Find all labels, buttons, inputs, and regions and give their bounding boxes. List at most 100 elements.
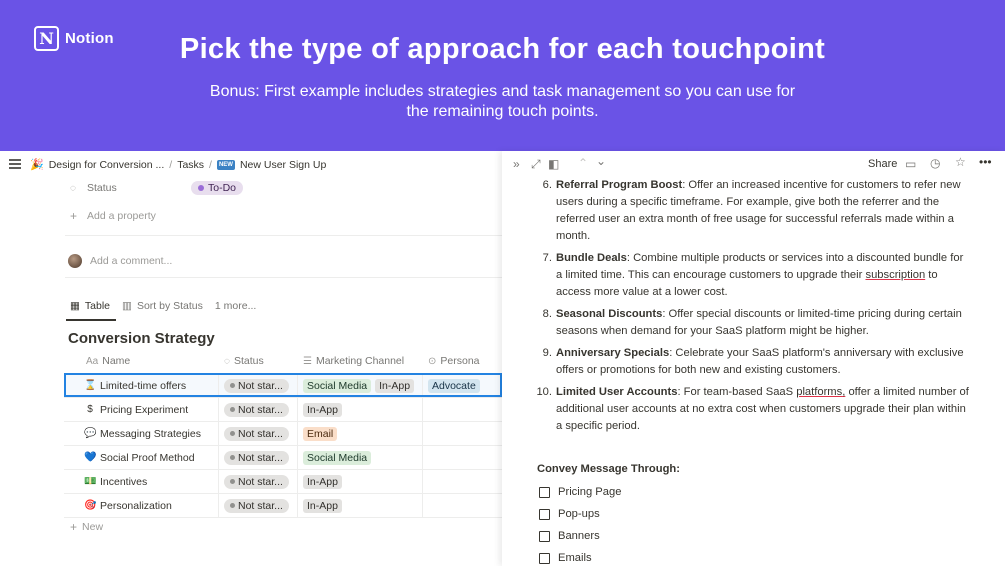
database-page-panel: 🎉 Design for Conversion ... / Tasks / NE… <box>0 151 502 566</box>
status-value[interactable]: To-Do <box>191 181 244 195</box>
todo-item: Emails <box>539 552 592 564</box>
cell-status[interactable]: Not star... <box>219 421 298 446</box>
party-popper-icon: 🎉 <box>30 159 44 171</box>
new-row-label: New <box>82 521 104 533</box>
breadcrumb-page[interactable]: New User Sign Up <box>240 159 326 171</box>
cell-persona[interactable]: Advocate <box>423 374 502 398</box>
status-dot-icon <box>230 455 235 460</box>
checkbox[interactable] <box>539 508 550 520</box>
status-dot-icon <box>230 431 235 436</box>
active-tab-indicator <box>66 319 116 321</box>
table-row[interactable]: ⌛ Limited-time offers Not star... Social Me… <box>64 373 502 398</box>
new-row-button[interactable]: + New <box>70 520 103 534</box>
expand-icon[interactable]: ⤢ <box>531 157 541 172</box>
todo-label[interactable]: Pop-ups <box>558 508 600 520</box>
more-views-button[interactable]: 1 more... <box>215 300 256 312</box>
cell-name[interactable]: 🎯 Personalization <box>64 493 219 518</box>
list-item-text[interactable]: Seasonal Discounts: Offer special discou… <box>556 306 972 340</box>
cell-name[interactable]: 💵 Incentives <box>64 469 219 494</box>
row-emoji-icon: 🎯 <box>84 500 97 511</box>
cell-marketing-channel[interactable]: In-App <box>298 469 423 494</box>
add-comment[interactable]: Add a comment... <box>68 254 172 268</box>
cell-status[interactable]: Not star... <box>219 445 298 470</box>
database-title[interactable]: Conversion Strategy <box>68 330 215 347</box>
side-peek-panel: » ⤢ ◧ ⌃ ⌄ Share ▭ ◷ ☆ ••• 6. Referral Pr… <box>502 151 1005 566</box>
cell-status[interactable]: Not star... <box>219 373 298 398</box>
table-row[interactable]: 🎯 Personalization Not star... In-App <box>64 493 502 518</box>
list-item-body: : For team-based SaaS <box>677 386 797 398</box>
todo-label[interactable]: Pricing Page <box>558 486 621 498</box>
status-tag: Not star... <box>224 426 289 441</box>
chevron-down-icon[interactable]: ⌄ <box>596 154 606 168</box>
list-item-text[interactable]: Bundle Deals: Combine multiple products … <box>556 250 972 301</box>
table-row[interactable]: 💙 Social Proof Method Not star... Social Me… <box>64 445 502 470</box>
column-channel-label: Marketing Channel <box>315 355 405 367</box>
cell-marketing-channel[interactable]: Email <box>298 421 423 446</box>
cell-name[interactable]: 💙 Social Proof Method <box>64 445 219 470</box>
breadcrumb-tasks[interactable]: Tasks <box>177 159 204 171</box>
spellcheck-word: platforms, <box>796 386 846 398</box>
column-name[interactable]: Aa Name <box>64 349 219 373</box>
column-status[interactable]: ◌ Status <box>219 349 298 373</box>
tab-sort-label: Sort by Status <box>136 300 203 312</box>
sidebar-menu-icon[interactable] <box>9 159 21 169</box>
add-property-button[interactable]: + Add a property <box>70 209 156 223</box>
peek-mode-icon[interactable]: ◧ <box>548 157 559 171</box>
channel-tag: Social Media <box>303 378 372 393</box>
checkbox[interactable] <box>539 552 550 564</box>
status-tag-text: Not star... <box>238 427 283 440</box>
avatar <box>68 254 82 268</box>
cell-persona[interactable] <box>423 470 502 494</box>
more-options-icon[interactable]: ••• <box>979 155 992 169</box>
todo-label[interactable]: Emails <box>558 552 592 564</box>
checkbox[interactable] <box>539 530 550 542</box>
table-row[interactable]: 💵 Incentives Not star... In-App <box>64 469 502 494</box>
breadcrumb-separator: / <box>169 158 173 171</box>
tab-sort-by-status[interactable]: ▥ Sort by Status <box>122 300 203 312</box>
cell-marketing-channel[interactable]: Social Media In-App <box>298 373 423 398</box>
divider <box>65 277 502 278</box>
channel-tag: In-App <box>303 402 342 417</box>
comment-icon[interactable]: ▭ <box>905 157 916 171</box>
todo-label[interactable]: Banners <box>558 530 600 542</box>
row-emoji-icon: ⌛ <box>84 380 97 391</box>
table-row[interactable]: $ Pricing Experiment Not star... In-App <box>64 397 502 422</box>
breadcrumb-root[interactable]: Design for Conversion ... <box>49 159 165 171</box>
cell-persona[interactable] <box>423 446 502 470</box>
plus-icon: + <box>70 209 78 223</box>
table-row[interactable]: 💬 Messaging Strategies Not star... Email <box>64 421 502 446</box>
cell-marketing-channel[interactable]: Social Media <box>298 445 423 470</box>
cell-name[interactable]: ⌛ Limited-time offers <box>64 373 219 398</box>
status-dot-icon <box>230 383 235 388</box>
status-tag: Not star... <box>224 450 289 465</box>
chevron-up-icon[interactable]: ⌃ <box>578 156 588 170</box>
history-clock-icon[interactable]: ◷ <box>930 156 940 170</box>
status-dot-icon <box>230 503 235 508</box>
cell-persona[interactable] <box>423 398 502 422</box>
column-marketing-channel[interactable]: ☰ Marketing Channel <box>298 349 423 373</box>
list-item-text[interactable]: Anniversary Specials: Celebrate your Saa… <box>556 345 972 379</box>
list-item-text[interactable]: Referral Program Boost: Offer an increas… <box>556 177 972 245</box>
column-persona[interactable]: ⊙ Persona <box>423 349 502 373</box>
status-dot-icon <box>230 479 235 484</box>
cell-status[interactable]: Not star... <box>219 469 298 494</box>
favorite-star-icon[interactable]: ☆ <box>955 155 966 169</box>
tab-table[interactable]: ▦ Table <box>70 300 110 312</box>
share-button[interactable]: Share <box>868 158 897 170</box>
cell-persona[interactable] <box>423 422 502 446</box>
cell-status[interactable]: Not star... <box>219 397 298 422</box>
spellcheck-word: subscription <box>865 269 926 281</box>
cell-marketing-channel[interactable]: In-App <box>298 493 423 518</box>
add-comment-placeholder: Add a comment... <box>90 255 173 267</box>
cell-status[interactable]: Not star... <box>219 493 298 518</box>
cell-persona[interactable] <box>423 494 502 518</box>
list-item-text[interactable]: Limited User Accounts: For team-based Sa… <box>556 384 972 435</box>
cell-marketing-channel[interactable]: In-App <box>298 397 423 422</box>
close-peek-icon[interactable]: » <box>513 157 520 171</box>
status-tag: Not star... <box>224 498 289 513</box>
cell-name[interactable]: 💬 Messaging Strategies <box>64 421 219 446</box>
status-tag-text: Not star... <box>238 499 283 512</box>
checkbox[interactable] <box>539 486 550 498</box>
cell-name[interactable]: $ Pricing Experiment <box>64 397 219 422</box>
divider <box>65 235 502 236</box>
